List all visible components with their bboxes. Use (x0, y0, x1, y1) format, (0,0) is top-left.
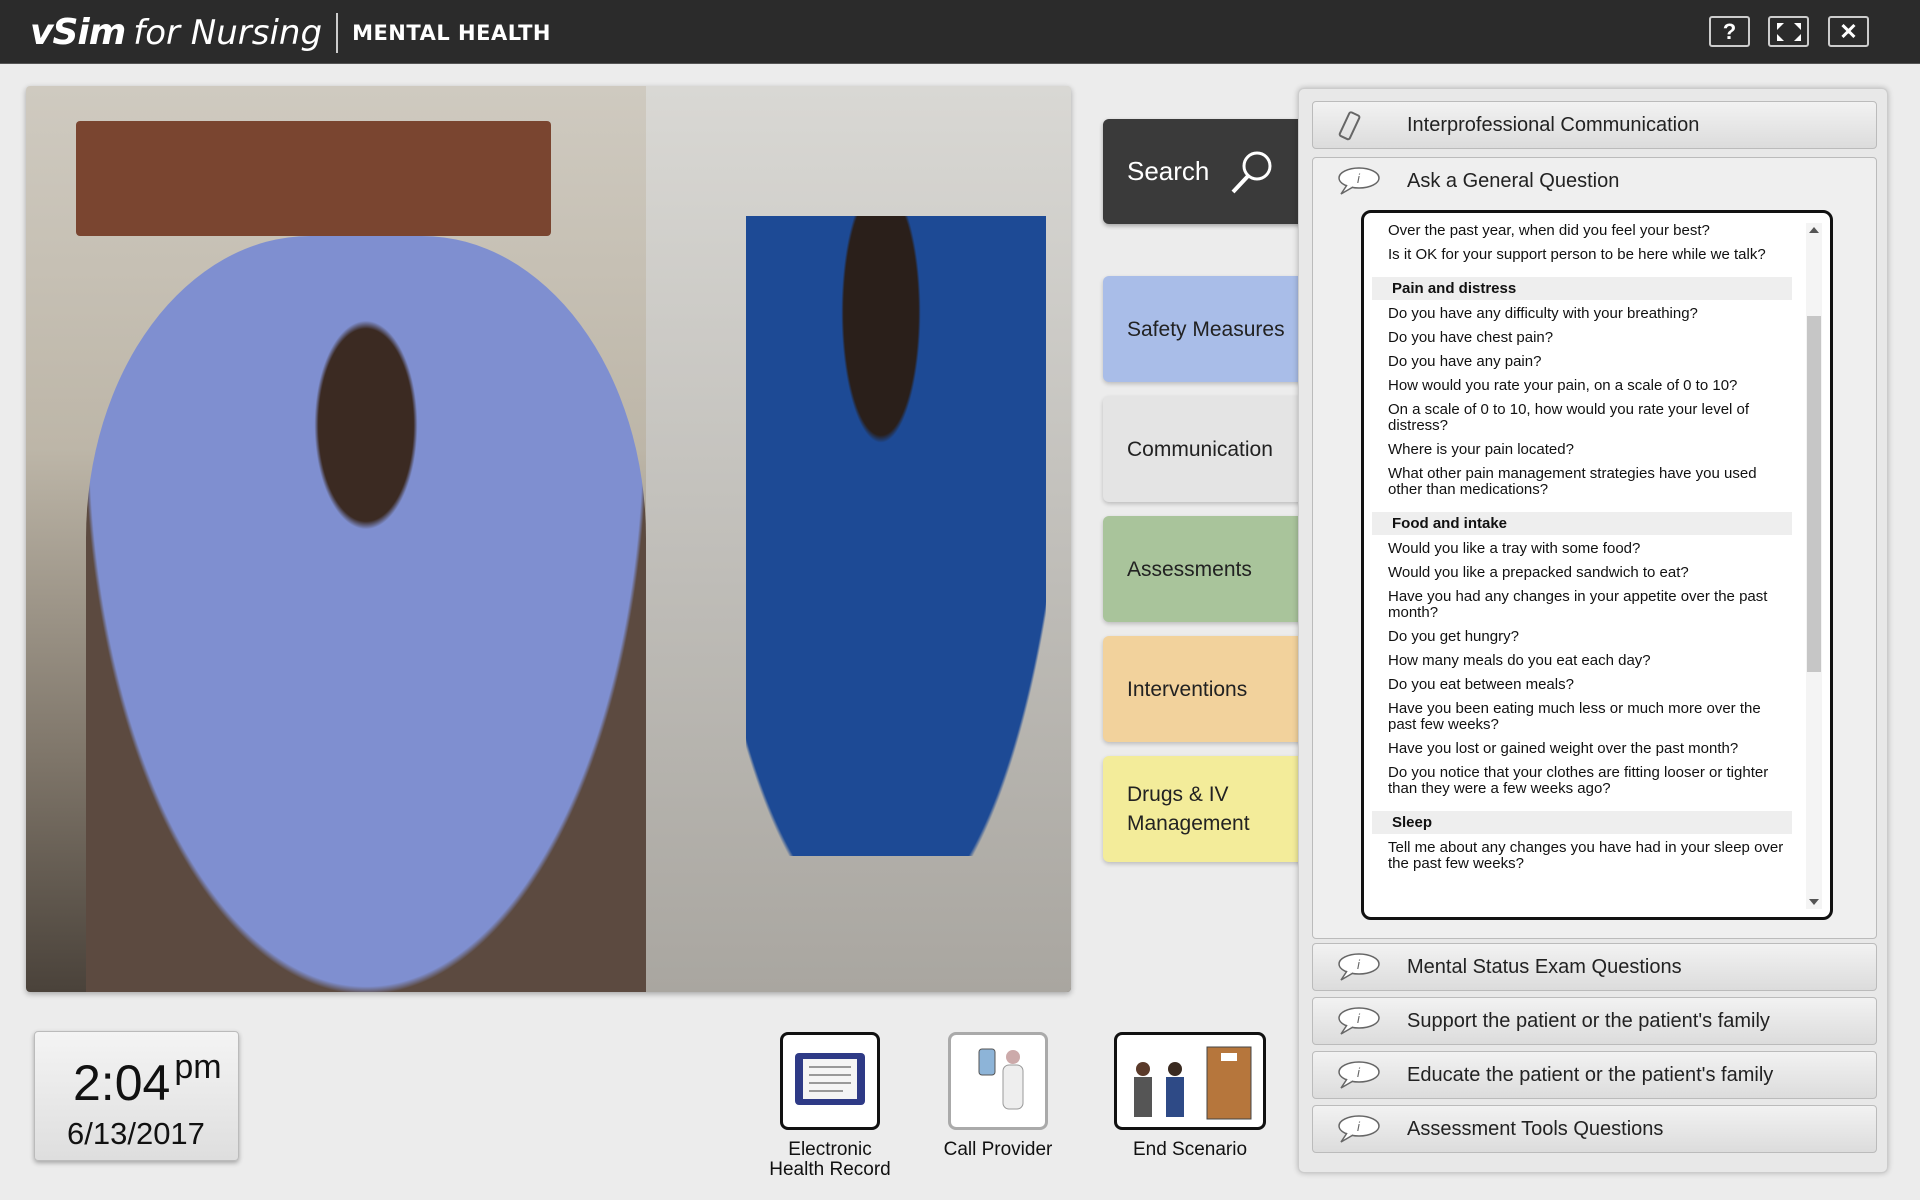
question-item[interactable]: On a scale of 0 to 10, how would you rat… (1372, 402, 1792, 434)
close-icon: ✕ (1839, 18, 1858, 44)
exit-door-icon (1114, 1032, 1266, 1130)
speech-bubble-icon: i (1338, 167, 1380, 195)
electronic-health-record-button[interactable]: Electronic Health Record (760, 1032, 900, 1180)
section-interprofessional-communication[interactable]: Interprofessional Communication (1312, 101, 1877, 149)
fullscreen-icon (1776, 22, 1801, 41)
speech-bubble-icon: i (1338, 953, 1380, 981)
question-list[interactable]: Over the past year, when did you feel yo… (1361, 210, 1833, 920)
question-item[interactable]: Over the past year, when did you feel yo… (1372, 223, 1792, 239)
brand-suffix: for Nursing (133, 12, 323, 53)
section-label: Mental Status Exam Questions (1407, 955, 1682, 978)
search-label: Search (1127, 156, 1210, 186)
category-assessments[interactable]: Assessments (1103, 516, 1303, 622)
question-group-header: Pain and distress (1372, 277, 1792, 300)
category-label: Interventions (1127, 677, 1248, 701)
phone-icon (1338, 111, 1361, 141)
section-assessment-tools-questions[interactable]: i Assessment Tools Questions (1312, 1105, 1877, 1153)
category-communication[interactable]: Communication (1103, 396, 1303, 502)
section-support-the-patient-or-the-patient-s-family[interactable]: i Support the patient or the patient's fa… (1312, 997, 1877, 1045)
category-label: Assessments (1127, 557, 1252, 581)
call-provider-icon (948, 1032, 1048, 1130)
section-label: Assessment Tools Questions (1407, 1117, 1664, 1140)
module-name: MENTAL HEALTH (352, 20, 551, 45)
section-educate-the-patient-or-the-patient-s-family[interactable]: i Educate the patient or the patient's fa… (1312, 1051, 1877, 1099)
question-item[interactable]: Do you notice that your clothes are fitt… (1372, 765, 1792, 797)
question-item[interactable]: Have you been eating much less or much m… (1372, 701, 1792, 733)
app-header: vSim for Nursing MENTAL HEALTH ? ✕ (0, 0, 1920, 64)
section-label: Educate the patient or the patient's fam… (1407, 1063, 1774, 1086)
call-provider-button[interactable]: Call Provider (928, 1032, 1068, 1160)
speech-bubble-icon: i (1338, 1061, 1380, 1089)
question-item[interactable]: How would you rate your pain, on a scale… (1372, 378, 1792, 394)
search-icon (1231, 151, 1272, 193)
question-group-header: Sleep (1372, 811, 1792, 834)
category-label: Communication (1127, 437, 1273, 461)
question-item[interactable]: What other pain management strategies ha… (1372, 466, 1792, 498)
scene-support-person[interactable] (746, 216, 1046, 856)
help-icon: ? (1722, 18, 1737, 44)
clock-date: 6/13/2017 (67, 1116, 205, 1151)
tool-label: Call Provider (943, 1139, 1053, 1160)
scrollbar-thumb[interactable] (1807, 316, 1821, 672)
scroll-up-arrow-icon[interactable] (1809, 227, 1819, 233)
scene-wall-rifle (76, 121, 551, 236)
help-button[interactable]: ? (1709, 16, 1750, 47)
speech-bubble-icon: i (1338, 1115, 1380, 1143)
question-list-scrollbar[interactable] (1806, 223, 1822, 909)
sim-clock: 2:04 pm 6/13/2017 (34, 1031, 239, 1161)
section-mental-status-exam-questions[interactable]: i Mental Status Exam Questions (1312, 943, 1877, 991)
question-group-header: Food and intake (1372, 512, 1792, 535)
clock-ampm: pm (174, 1048, 222, 1086)
question-item[interactable]: Have you had any changes in your appetit… (1372, 589, 1792, 621)
question-item[interactable]: Would you like a tray with some food? (1372, 541, 1792, 557)
question-item[interactable]: Do you have chest pain? (1372, 330, 1792, 346)
question-item[interactable]: Do you eat between meals? (1372, 677, 1792, 693)
question-item[interactable]: Do you have any pain? (1372, 354, 1792, 370)
section-label[interactable]: Ask a General Question (1407, 170, 1619, 193)
tool-label: Electronic Health Record (769, 1139, 891, 1180)
action-panel: Interprofessional Communication i Ask a … (1298, 88, 1888, 1173)
brand-name: vSim (30, 12, 126, 53)
section-label: Interprofessional Communication (1407, 113, 1700, 136)
logo-divider (336, 12, 339, 53)
scroll-down-arrow-icon[interactable] (1809, 899, 1819, 905)
question-item[interactable]: Have you lost or gained weight over the … (1372, 741, 1792, 757)
category-safety-measures[interactable]: Safety Measures (1103, 276, 1303, 382)
scene-patient[interactable] (86, 236, 646, 992)
question-item[interactable]: Would you like a prepacked sandwich to e… (1372, 565, 1792, 581)
category-label: Safety Measures (1127, 317, 1285, 341)
clock-time: 2:04 (73, 1055, 171, 1111)
category-interventions[interactable]: Interventions (1103, 636, 1303, 742)
close-button[interactable]: ✕ (1828, 16, 1869, 47)
ehr-tablet-icon (780, 1032, 880, 1130)
category-drugs-iv-management[interactable]: Drugs & IV Management (1103, 756, 1303, 862)
question-item[interactable]: Is it OK for your support person to be h… (1372, 247, 1792, 263)
question-item[interactable]: Do you get hungry? (1372, 629, 1792, 645)
section-ask-general-question: i Ask a General Question Over the past y… (1312, 157, 1877, 939)
fullscreen-button[interactable] (1768, 16, 1809, 47)
question-item[interactable]: Tell me about any changes you have had i… (1372, 840, 1792, 872)
tool-label: End Scenario (1132, 1139, 1248, 1160)
app-logo: vSim for Nursing MENTAL HEALTH (30, 12, 551, 53)
end-scenario-button[interactable]: End Scenario (1110, 1032, 1270, 1160)
question-item[interactable]: How many meals do you eat each day? (1372, 653, 1792, 669)
patient-scene[interactable] (26, 86, 1071, 992)
section-label: Support the patient or the patient's fam… (1407, 1009, 1770, 1032)
search-button[interactable]: Search (1103, 119, 1303, 224)
question-item[interactable]: Where is your pain located? (1372, 442, 1792, 458)
category-label: Drugs & IV Management (1127, 783, 1250, 835)
question-item[interactable]: Do you have any difficulty with your bre… (1372, 306, 1792, 322)
speech-bubble-icon: i (1338, 1007, 1380, 1035)
